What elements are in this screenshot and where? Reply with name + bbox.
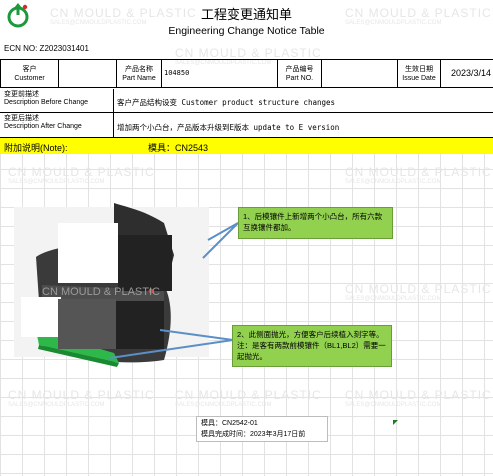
callout-1: 1、后模镶件上新增两个小凸台，所有六款互换镶件都加。 xyxy=(238,207,393,239)
arrow-2b xyxy=(109,339,234,359)
arrow-1b xyxy=(202,222,239,259)
mould-annotation: 模具：CN2542-01 模具完成时间：2023年3月17日前 xyxy=(196,416,328,442)
cell-marker-icon xyxy=(393,420,398,425)
arrow-2 xyxy=(159,329,234,341)
callout-2: 2、此侧面抛光，方便客户后续植入刻字等。注：是客有两款前模镶件（BL1,BL2）… xyxy=(232,325,392,367)
